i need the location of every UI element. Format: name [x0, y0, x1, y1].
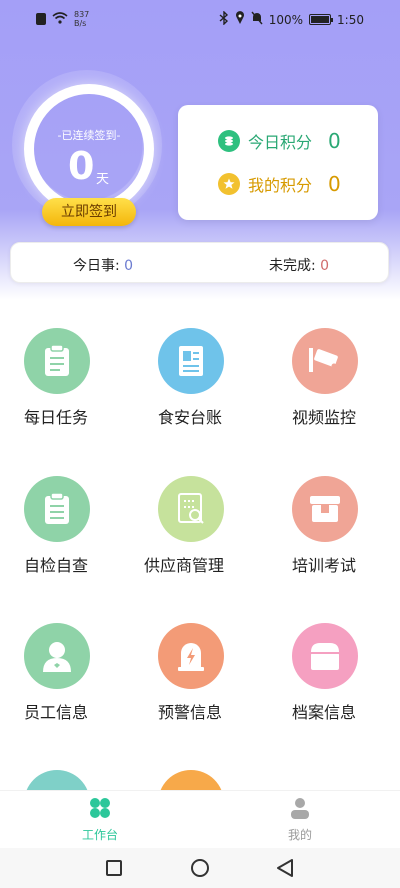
star-icon	[218, 173, 240, 195]
my-points-row: 我的积分 0	[218, 172, 341, 196]
streak-value: 0	[68, 144, 95, 188]
back-button[interactable]	[276, 858, 294, 882]
status-bar: 837 B/s 100% 1:50	[0, 0, 400, 38]
nav-mine[interactable]: 我的	[260, 797, 340, 843]
user-icon	[24, 623, 90, 689]
my-points-label: 我的积分	[248, 176, 313, 195]
unfinished-label: 未完成:	[269, 258, 316, 274]
points-card: 今日积分 0 我的积分 0	[178, 105, 378, 220]
mute-icon	[251, 11, 263, 28]
tile-label: 自检自查	[24, 556, 89, 575]
checklist-icon	[24, 476, 90, 542]
home-button[interactable]	[191, 859, 209, 877]
recents-button[interactable]	[106, 860, 122, 876]
today-tasks[interactable]: 今日事: 0	[73, 255, 133, 275]
streak-unit: 天	[96, 172, 110, 187]
clock: 1:50	[337, 12, 364, 27]
box-icon	[292, 476, 358, 542]
clipboard-icon	[24, 328, 90, 394]
net-speed: 837	[74, 10, 90, 19]
bottom-nav: 工作台 我的	[0, 790, 400, 848]
tile-label: 每日任务	[24, 408, 89, 427]
nav-workbench[interactable]: 工作台	[60, 797, 140, 843]
today-tasks-value: 0	[124, 258, 134, 274]
search-document-icon	[158, 476, 224, 542]
tile-label: 供应商管理	[144, 556, 225, 575]
net-unit: B/s	[74, 19, 87, 28]
clover-icon	[60, 797, 140, 822]
sim-icon	[36, 13, 46, 25]
my-points-value: 0	[328, 172, 341, 196]
streak-label: -已连续签到-	[57, 129, 121, 142]
tile-label: 员工信息	[24, 703, 89, 722]
wifi-icon	[52, 11, 68, 27]
coins-icon	[218, 130, 240, 152]
unfinished-tasks[interactable]: 未完成: 0	[269, 255, 329, 275]
location-icon	[235, 11, 245, 28]
tile-label: 食安台账	[158, 408, 223, 427]
tile-label: 预警信息	[158, 703, 223, 722]
battery-icon	[309, 14, 334, 25]
profile-icon	[260, 797, 340, 822]
document-icon	[158, 328, 224, 394]
battery-percent: 100%	[268, 12, 304, 27]
today-points-row: 今日积分 0	[218, 129, 341, 153]
camera-icon	[292, 328, 358, 394]
tile-label: 视频监控	[292, 408, 357, 427]
tile-label: 培训考试	[292, 556, 357, 575]
nav-mine-label: 我的	[287, 828, 312, 842]
unfinished-value: 0	[320, 258, 330, 274]
today-tasks-label: 今日事:	[73, 258, 120, 274]
task-summary-bar: 今日事: 0 未完成: 0	[10, 242, 389, 283]
system-nav-bar	[0, 848, 400, 888]
nav-workbench-label: 工作台	[81, 828, 118, 842]
alarm-icon	[158, 623, 224, 689]
archive-icon	[292, 623, 358, 689]
tile-label: 档案信息	[292, 703, 357, 722]
today-points-value: 0	[328, 129, 341, 153]
bluetooth-icon	[219, 10, 229, 28]
today-points-label: 今日积分	[248, 133, 313, 152]
sign-in-button[interactable]: 立即签到	[42, 198, 136, 226]
